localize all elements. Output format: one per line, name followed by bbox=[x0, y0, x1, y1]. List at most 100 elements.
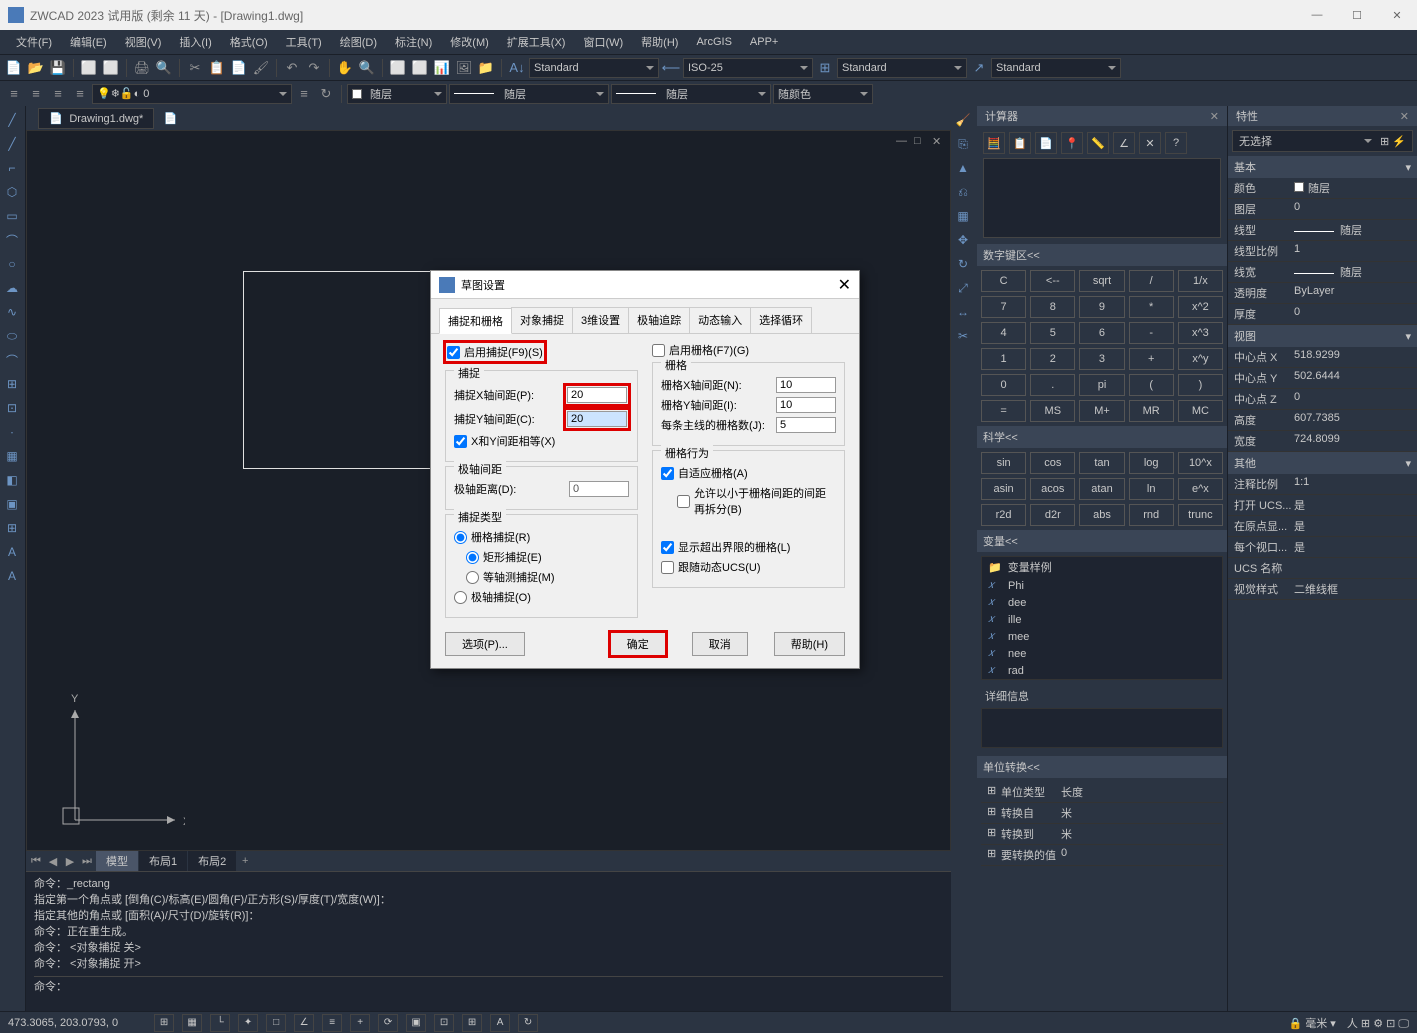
layer-icon[interactable]: ≡ bbox=[4, 84, 24, 104]
tool-icon[interactable]: ⬜ bbox=[79, 58, 99, 78]
prop-row[interactable]: 注释比例1:1 bbox=[1228, 474, 1417, 495]
iso-snap-radio[interactable] bbox=[466, 571, 479, 584]
osnap-toggle[interactable]: □ bbox=[266, 1014, 286, 1032]
status-icons[interactable]: 人 ⊞ ⚙ ⊡ 🖵 bbox=[1344, 1015, 1409, 1031]
rect-snap-radio[interactable] bbox=[466, 551, 479, 564]
var-item[interactable]: 𝑥ille bbox=[982, 611, 1222, 628]
status-toggle[interactable]: ⊡ bbox=[434, 1014, 454, 1032]
menu-arcgis[interactable]: ArcGIS bbox=[688, 34, 739, 50]
polyline-icon[interactable]: ⌐ bbox=[2, 158, 22, 178]
sci-key[interactable]: asin bbox=[981, 478, 1026, 500]
status-toggle[interactable]: ▣ bbox=[406, 1014, 426, 1032]
add-tab-button[interactable]: 📄 bbox=[160, 108, 180, 128]
prop-row[interactable]: 宽度724.8099 bbox=[1228, 431, 1417, 452]
save-icon[interactable]: 💾 bbox=[48, 58, 68, 78]
calc-key[interactable]: 2 bbox=[1030, 348, 1075, 370]
calc-help-icon[interactable]: ? bbox=[1165, 132, 1187, 154]
tab-3d[interactable]: 3维设置 bbox=[572, 307, 629, 333]
calc-section-vars[interactable]: 变量<< bbox=[977, 530, 1227, 552]
calc-section-units[interactable]: 单位转换<< bbox=[977, 756, 1227, 778]
array-icon[interactable]: ▦ bbox=[953, 206, 973, 226]
cut-icon[interactable]: ✂ bbox=[185, 58, 205, 78]
grid-y-input[interactable] bbox=[776, 397, 836, 413]
dim-style-combo[interactable]: ISO-25 bbox=[683, 58, 813, 78]
prop-row[interactable]: 图层0 bbox=[1228, 199, 1417, 220]
calc-key[interactable]: x^y bbox=[1178, 348, 1223, 370]
prop-row[interactable]: UCS 名称 bbox=[1228, 558, 1417, 579]
insert-icon[interactable]: ⊞ bbox=[2, 374, 22, 394]
sci-key[interactable]: ln bbox=[1129, 478, 1174, 500]
canvas-maximize[interactable]: □ bbox=[914, 135, 928, 147]
limits-checkbox[interactable] bbox=[661, 541, 674, 554]
calc-key[interactable]: 7 bbox=[981, 296, 1026, 318]
grid-major-input[interactable] bbox=[776, 417, 836, 433]
enable-snap-input[interactable] bbox=[447, 346, 460, 359]
sci-key[interactable]: atan bbox=[1079, 478, 1124, 500]
cancel-button[interactable]: 取消 bbox=[692, 632, 748, 656]
sci-key[interactable]: sin bbox=[981, 452, 1026, 474]
menu-xtools[interactable]: 扩展工具(X) bbox=[499, 32, 574, 52]
sci-key[interactable]: trunc bbox=[1178, 504, 1223, 526]
var-item[interactable]: 𝑥rad bbox=[982, 662, 1222, 679]
sci-key[interactable]: r2d bbox=[981, 504, 1026, 526]
stretch-icon[interactable]: ↔ bbox=[953, 302, 973, 322]
calc-section-numpad[interactable]: 数字键区<< bbox=[977, 244, 1227, 266]
prop-row[interactable]: 中心点 Y502.6444 bbox=[1228, 368, 1417, 389]
command-input[interactable]: 命令： bbox=[34, 976, 943, 995]
enable-snap-checkbox[interactable]: 启用捕捉(F9)(S) bbox=[445, 342, 545, 362]
prop-row[interactable]: 线型比例1 bbox=[1228, 241, 1417, 262]
new-icon[interactable]: 📄 bbox=[4, 58, 24, 78]
calc-key[interactable]: 1/x bbox=[1178, 270, 1223, 292]
layer-icon[interactable]: ≡ bbox=[26, 84, 46, 104]
otrack-toggle[interactable]: ∠ bbox=[294, 1014, 314, 1032]
calc-key[interactable]: M+ bbox=[1079, 400, 1124, 422]
tab-polar[interactable]: 极轴追踪 bbox=[628, 307, 690, 333]
cycle-toggle[interactable]: ⟳ bbox=[378, 1014, 398, 1032]
tool-icon[interactable]: ⬜ bbox=[410, 58, 430, 78]
props-section-view[interactable]: 视图▾ bbox=[1228, 325, 1417, 347]
copy-icon[interactable]: ⎘ bbox=[953, 134, 973, 154]
tab-layout2[interactable]: 布局2 bbox=[188, 851, 236, 871]
calc-key[interactable]: = bbox=[981, 400, 1026, 422]
undo-icon[interactable]: ↶ bbox=[282, 58, 302, 78]
xline-icon[interactable]: ╱ bbox=[2, 134, 22, 154]
layer-icon[interactable]: ↻ bbox=[316, 84, 336, 104]
pan-icon[interactable]: ✋ bbox=[335, 58, 355, 78]
tool-icon[interactable]: 🖼 bbox=[454, 58, 474, 78]
panel-close-icon[interactable]: ✕ bbox=[1210, 110, 1219, 123]
move-icon[interactable]: ✥ bbox=[953, 230, 973, 250]
mleader-style-icon[interactable]: ↗ bbox=[969, 58, 989, 78]
props-section-basic[interactable]: 基本▾ bbox=[1228, 156, 1417, 178]
calc-tool-icon[interactable]: 📋 bbox=[1009, 132, 1031, 154]
revcloud-icon[interactable]: ☁ bbox=[2, 278, 22, 298]
calc-key[interactable]: MR bbox=[1129, 400, 1174, 422]
tabs-last[interactable]: ⏭ bbox=[79, 853, 95, 869]
calc-key[interactable]: . bbox=[1030, 374, 1075, 396]
var-item[interactable]: 𝑥dee bbox=[982, 594, 1222, 611]
rotate-icon[interactable]: ↻ bbox=[953, 254, 973, 274]
calc-key[interactable]: / bbox=[1129, 270, 1174, 292]
snap-toggle[interactable]: ⊞ bbox=[154, 1014, 174, 1032]
calc-section-scientific[interactable]: 科学<< bbox=[977, 426, 1227, 448]
enable-grid-input[interactable] bbox=[652, 344, 665, 357]
ellipse-icon[interactable]: ⬭ bbox=[2, 326, 22, 346]
layer-icon[interactable]: ≡ bbox=[294, 84, 314, 104]
var-sample-folder[interactable]: 📁变量样例 bbox=[982, 557, 1222, 577]
canvas-minimize[interactable]: — bbox=[896, 135, 910, 147]
zoom-icon[interactable]: 🔍 bbox=[357, 58, 377, 78]
prop-row[interactable]: 视觉样式二维线框 bbox=[1228, 579, 1417, 600]
print-icon[interactable]: 🖨 bbox=[132, 58, 152, 78]
calc-key[interactable]: ) bbox=[1178, 374, 1223, 396]
tabs-next[interactable]: ▶ bbox=[62, 853, 78, 869]
prop-row[interactable]: 中心点 X518.9299 bbox=[1228, 347, 1417, 368]
lwt-toggle[interactable]: ≡ bbox=[322, 1014, 342, 1032]
sci-key[interactable]: log bbox=[1129, 452, 1174, 474]
calc-key[interactable]: <-- bbox=[1030, 270, 1075, 292]
lineweight-combo[interactable]: 随层 bbox=[611, 84, 771, 104]
tab-dyn[interactable]: 动态输入 bbox=[689, 307, 751, 333]
ok-button[interactable]: 确定 bbox=[610, 632, 666, 656]
calc-key[interactable]: 0 bbox=[981, 374, 1026, 396]
adaptive-checkbox[interactable] bbox=[661, 467, 674, 480]
calc-tool-icon[interactable]: 📄 bbox=[1035, 132, 1057, 154]
linetype-combo[interactable]: 随层 bbox=[449, 84, 609, 104]
